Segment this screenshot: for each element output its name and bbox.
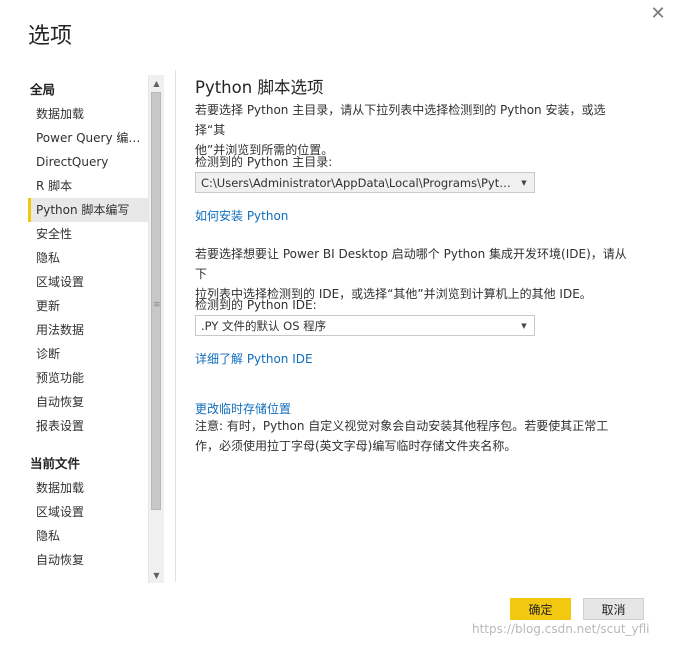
- grip-icon: ≡: [153, 300, 161, 310]
- python-home-dropdown[interactable]: C:\Users\Administrator\AppData\Local\Pro…: [195, 172, 535, 193]
- vertical-divider: [175, 70, 176, 582]
- python-home-description-line1: 若要选择 Python 主目录，请从下拉列表中选择检测到的 Python 安装，…: [195, 103, 606, 137]
- python-ide-description: 若要选择想要让 Power BI Desktop 启动哪个 Python 集成开…: [195, 244, 635, 304]
- learn-more-python-ide-link[interactable]: 详细了解 Python IDE: [195, 350, 313, 367]
- python-home-description: 若要选择 Python 主目录，请从下拉列表中选择检测到的 Python 安装，…: [195, 100, 635, 160]
- python-ide-description-line1: 若要选择想要让 Power BI Desktop 启动哪个 Python 集成开…: [195, 247, 627, 281]
- how-to-install-python-link[interactable]: 如何安装 Python: [195, 207, 288, 224]
- sidebar-item-current-regional-settings[interactable]: 区域设置: [28, 500, 148, 524]
- sidebar-item-preview-features[interactable]: 预览功能: [28, 366, 148, 390]
- temp-storage-note: 注意: 有时，Python 自定义视觉对象会自动安装其他程序包。若要使其正常工 …: [195, 416, 635, 456]
- sidebar-scrollbar[interactable]: ▲ ≡ ▼: [148, 75, 164, 583]
- scrollbar-thumb[interactable]: ≡: [151, 92, 161, 510]
- sidebar-item-current-data-load[interactable]: 数据加载: [28, 476, 148, 500]
- python-home-value: C:\Users\Administrator\AppData\Local\Pro…: [201, 175, 514, 190]
- python-ide-label: 检测到的 Python IDE:: [195, 298, 317, 312]
- python-ide-dropdown[interactable]: .PY 文件的默认 OS 程序 ▼: [195, 315, 535, 336]
- sidebar-item-privacy[interactable]: 隐私: [28, 246, 148, 270]
- watermark: https://blog.csdn.net/scut_yfli: [472, 622, 650, 636]
- close-icon[interactable]: ✕: [646, 2, 670, 24]
- sidebar-section-global: 全局: [30, 82, 56, 97]
- chevron-down-icon: ▼: [521, 321, 527, 330]
- scroll-up-arrow-icon[interactable]: ▲: [149, 76, 164, 90]
- options-sidebar: 全局 数据加载 Power Query 编辑... DirectQuery R …: [28, 78, 148, 572]
- python-ide-value: .PY 文件的默认 OS 程序: [201, 318, 327, 333]
- sidebar-item-data-load[interactable]: 数据加载: [28, 102, 148, 126]
- sidebar-item-regional-settings[interactable]: 区域设置: [28, 270, 148, 294]
- sidebar-item-updates[interactable]: 更新: [28, 294, 148, 318]
- sidebar-item-diagnostics[interactable]: 诊断: [28, 342, 148, 366]
- sidebar-item-python-scripting[interactable]: Python 脚本编写: [28, 198, 148, 222]
- sidebar-item-current-auto-recovery[interactable]: 自动恢复: [28, 548, 148, 572]
- sidebar-item-current-privacy[interactable]: 隐私: [28, 524, 148, 548]
- temp-storage-note-line2: 作，必须使用拉丁字母(英文字母)编写临时存储文件夹名称。: [195, 439, 517, 453]
- python-home-label: 检测到的 Python 主目录:: [195, 155, 333, 169]
- sidebar-item-directquery[interactable]: DirectQuery: [28, 150, 148, 174]
- sidebar-section-current-file: 当前文件: [30, 456, 81, 471]
- sidebar-item-report-settings[interactable]: 报表设置: [28, 414, 148, 438]
- dialog-title: 选项: [28, 24, 73, 49]
- sidebar-item-power-query-editor[interactable]: Power Query 编辑...: [28, 126, 148, 150]
- sidebar-item-security[interactable]: 安全性: [28, 222, 148, 246]
- cancel-button[interactable]: 取消: [583, 598, 644, 620]
- sidebar-item-r-script[interactable]: R 脚本: [28, 174, 148, 198]
- temp-storage-note-line1: 注意: 有时，Python 自定义视觉对象会自动安装其他程序包。若要使其正常工: [195, 419, 609, 433]
- sidebar-item-auto-recovery[interactable]: 自动恢复: [28, 390, 148, 414]
- chevron-down-icon: ▼: [521, 178, 527, 187]
- ok-button[interactable]: 确定: [510, 598, 571, 620]
- scroll-down-arrow-icon[interactable]: ▼: [149, 568, 164, 582]
- page-title: Python 脚本选项: [195, 78, 324, 97]
- change-temp-storage-link[interactable]: 更改临时存储位置: [195, 400, 291, 417]
- sidebar-item-usage-data[interactable]: 用法数据: [28, 318, 148, 342]
